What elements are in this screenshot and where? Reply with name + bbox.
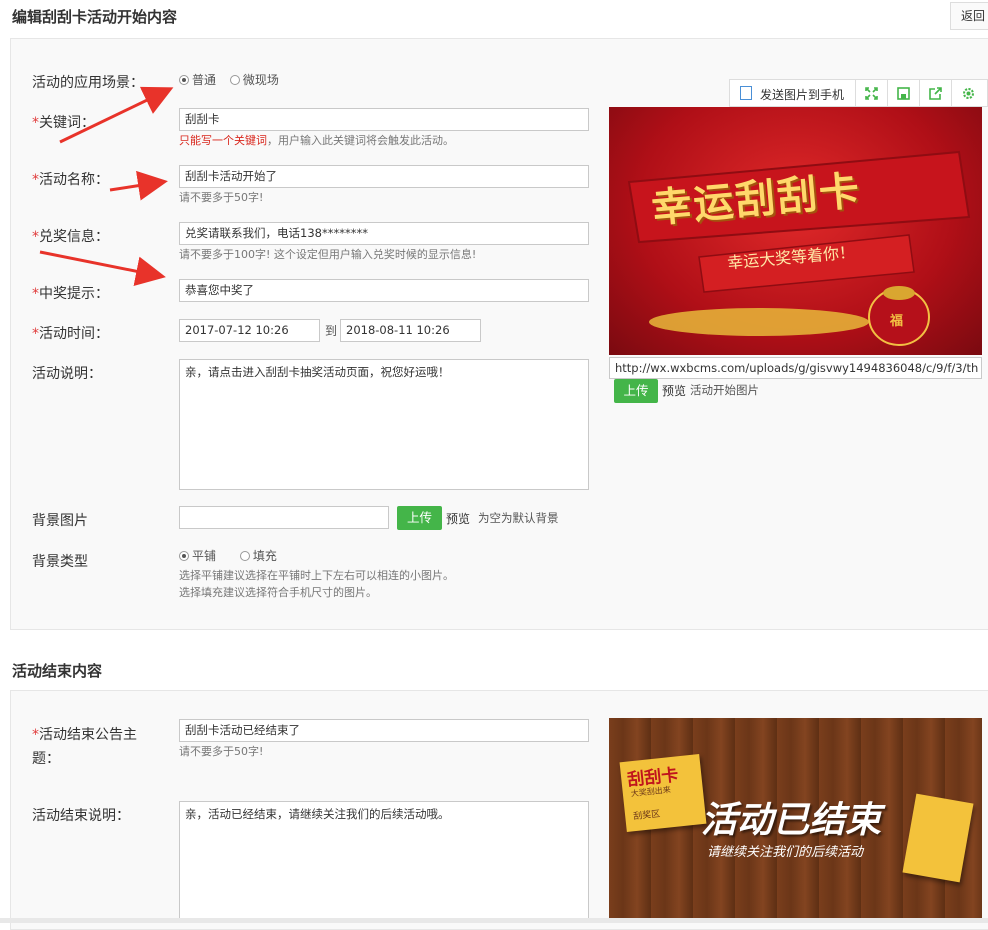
bg-image-label: 背景图片 [32, 513, 88, 529]
scratch-card-sticker: 刮刮卡 大奖刮出来 刮奖区 [619, 754, 707, 832]
end-image-subtitle: 请继续关注我们的后续活动 [707, 845, 864, 860]
bg-upload-button[interactable]: 上传 [397, 506, 442, 530]
image-toolbar: 发送图片到手机 [729, 79, 988, 108]
scratch-card-torn-piece [902, 793, 974, 883]
end-section-title: 活动结束内容 [12, 662, 103, 680]
start-image-url-input[interactable]: http://wx.wxbcms.com/uploads/g/gisvwy149… [609, 357, 982, 379]
radio-unselected-icon [229, 75, 240, 85]
start-image-upload-button[interactable]: 上传 [614, 379, 658, 403]
send-to-phone-button[interactable]: 发送图片到手机 [730, 80, 855, 108]
win-tip-input[interactable]: 恭喜您中奖了 [179, 279, 589, 302]
radio-selected-icon [179, 75, 189, 85]
bg-type-radio-group: 平铺 填充 [179, 547, 277, 564]
bg-type-option-tile[interactable]: 平铺 [179, 549, 216, 563]
page-title: 编辑刮刮卡活动开始内容 [12, 8, 178, 26]
save-icon [897, 87, 910, 100]
activity-name-hint: 请不要多于50字! [179, 191, 264, 204]
save-button[interactable] [887, 80, 919, 108]
lucky-bag-glyph: 福 [890, 314, 904, 329]
bg-type-hint-2: 选择填充建议选择符合手机尺寸的图片。 [179, 586, 377, 599]
prize-info-input[interactable]: 兑奖请联系我们，电话138******** [179, 222, 589, 245]
bg-default-note: 为空为默认背景 [478, 511, 559, 525]
start-time-input[interactable]: 2017-07-12 10:26 [179, 319, 320, 342]
end-time-input[interactable]: 2018-08-11 10:26 [340, 319, 481, 342]
back-button[interactable]: 返回 [950, 2, 988, 30]
start-image-preview-link[interactable]: 预览 [662, 382, 686, 399]
phone-icon [740, 86, 752, 100]
activity-time-label: *活动时间： [32, 326, 109, 342]
scene-option-live[interactable]: 微现场 [229, 73, 279, 87]
end-notice-label: *活动结束公告主 题： [32, 727, 137, 767]
time-separator: 到 [325, 324, 338, 338]
end-activity-image: 刮刮卡 大奖刮出来 刮奖区 活动已结束 请继续关注我们的后续活动 [609, 718, 982, 923]
share-icon [929, 87, 942, 100]
activity-name-label: *活动名称： [32, 172, 109, 188]
radio-unselected-icon [239, 551, 250, 561]
description-label: 活动说明： [32, 366, 102, 382]
bg-type-label: 背景类型 [32, 554, 88, 570]
activity-name-input[interactable]: 刮刮卡活动开始了 [179, 165, 589, 188]
keyword-hint: 只能写一个关键词，用户输入此关键词将会触发此活动。 [179, 134, 454, 147]
keyword-label: *关键词： [32, 115, 95, 131]
fullscreen-button[interactable] [855, 80, 887, 108]
prize-info-hint: 请不要多于100字! 这个设定但用户输入兑奖时候的显示信息! [179, 248, 477, 261]
radio-selected-icon [179, 551, 189, 561]
end-notice-hint: 请不要多于50字! [179, 745, 264, 758]
horizontal-scrollbar[interactable] [0, 918, 988, 923]
share-button[interactable] [919, 80, 951, 108]
start-activity-image: 幸运刮刮卡 幸运大奖等着你！ 福 [609, 107, 982, 355]
gear-icon [963, 88, 974, 99]
keyword-input[interactable]: 刮刮卡 [179, 108, 589, 131]
scene-option-normal[interactable]: 普通 [179, 73, 216, 87]
scene-radio-group: 普通 微现场 [179, 71, 279, 88]
scene-label: 活动的应用场景： [32, 75, 144, 91]
end-image-title: 活动已结束 [701, 800, 882, 841]
description-textarea[interactable]: 亲，请点击进入刮刮卡抽奖活动页面，祝您好运哦！ [179, 359, 589, 490]
end-description-label: 活动结束说明： [32, 808, 130, 824]
start-image-caption: 活动开始图片 [690, 383, 759, 397]
prize-info-label: *兑奖信息： [32, 229, 109, 245]
bg-image-input[interactable] [179, 506, 389, 529]
win-tip-label: *中奖提示： [32, 286, 109, 302]
bg-type-hint-1: 选择平铺建议选择在平铺时上下左右可以相连的小图片。 [179, 569, 454, 582]
bg-type-option-fill[interactable]: 填充 [239, 549, 277, 563]
end-notice-input[interactable]: 刮刮卡活动已经结束了 [179, 719, 589, 742]
expand-icon [865, 87, 878, 100]
bg-preview-link[interactable]: 预览 [446, 510, 470, 527]
end-description-textarea[interactable]: 亲，活动已经结束，请继续关注我们的后续活动哦。 [179, 801, 589, 923]
settings-button[interactable] [951, 80, 988, 108]
